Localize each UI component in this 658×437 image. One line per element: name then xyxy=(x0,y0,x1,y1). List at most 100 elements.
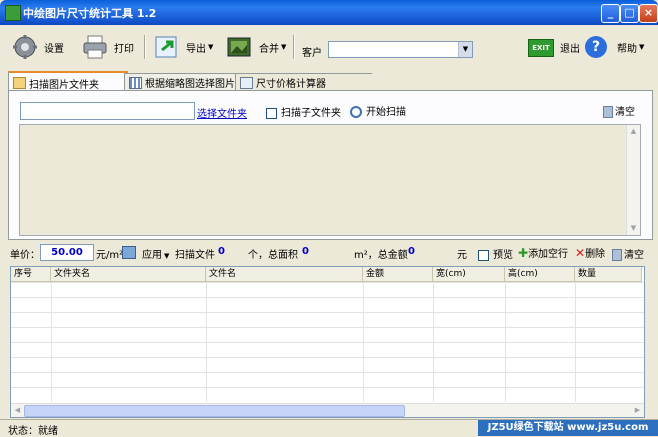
export-icon xyxy=(154,34,180,60)
checkbox-icon xyxy=(478,249,489,261)
price-bar: 单价： 50.00 元/m² 应用 ▼ 扫描文件 0 个，总面积 0 m²，总金额… xyxy=(0,242,658,262)
column-header[interactable]: 文件夹名 xyxy=(51,267,206,281)
exit-button[interactable]: EXIT 退出 xyxy=(528,33,580,61)
merge-image-icon xyxy=(227,34,253,60)
watermark-banner: JZ5U绿色下载站 www.jz5u.com xyxy=(478,420,658,436)
tab-price-calculator[interactable]: 尺寸价格计算器 xyxy=(235,73,372,91)
column-divider xyxy=(51,282,52,402)
help-button[interactable]: ? 帮助 ▼ xyxy=(585,33,644,61)
toolbar-separator xyxy=(144,35,146,59)
folder-icon xyxy=(13,77,26,89)
help-icon: ? xyxy=(585,36,607,58)
toolbar: 设置 打印 导出 ▼ 合并 ▼ 客户 ▼ EXIT 退出 ? 帮助 ▼ xyxy=(0,25,658,70)
status-bar: 状态：就绪 JZ5U绿色下载站 www.jz5u.com xyxy=(0,419,658,437)
column-header[interactable]: 序号 xyxy=(11,267,51,281)
plus-icon: ✚ xyxy=(518,246,529,260)
tab-label: 根据缩略图选择图片 xyxy=(145,79,235,90)
chevron-down-icon: ▼ xyxy=(281,43,287,51)
column-header[interactable]: 数量 xyxy=(575,267,642,281)
maximize-button[interactable]: □ xyxy=(620,4,639,23)
choose-folder-link[interactable]: 选择文件夹 xyxy=(197,105,247,120)
column-header[interactable]: 金额 xyxy=(363,267,433,281)
preview-label: 预览 xyxy=(493,250,513,261)
merge-button[interactable]: 合并 ▼ xyxy=(227,33,286,61)
chevron-down-icon: ▼ xyxy=(639,43,645,51)
vertical-scrollbar[interactable]: ▲ ▼ xyxy=(626,125,640,235)
delete-button[interactable]: ✕删除 xyxy=(575,245,605,260)
grid-icon xyxy=(129,76,142,89)
currency-label: 元 xyxy=(457,250,467,261)
chevron-down-icon: ▼ xyxy=(164,252,170,260)
scanned-files-count: 0 xyxy=(218,246,225,257)
file-table[interactable]: 序号 文件夹名 文件名 金额 宽(cm) 高(cm) 数量 ◀ ▶ xyxy=(10,266,645,418)
table-clear-button[interactable]: 清空 xyxy=(612,246,644,261)
column-divider xyxy=(433,282,434,402)
help-label: 帮助 xyxy=(617,43,637,55)
window-title: 中绘图片尺寸统计工具 1.2 xyxy=(23,7,157,20)
search-icon xyxy=(350,106,362,118)
image-icon xyxy=(122,246,136,259)
exit-icon: EXIT xyxy=(528,39,554,57)
scan-subfolders-checkbox[interactable]: 扫描子文件夹 xyxy=(266,104,341,119)
title-bar: 中绘图片尺寸统计工具 1.2 _ □ × xyxy=(0,0,658,25)
scroll-left-icon[interactable]: ◀ xyxy=(11,404,24,417)
start-scan-button[interactable]: 开始扫描 xyxy=(350,103,406,118)
scan-subfolders-label: 扫描子文件夹 xyxy=(281,108,341,119)
settings-button[interactable]: 设置 xyxy=(12,33,64,61)
scrollbar-thumb[interactable] xyxy=(24,405,405,417)
printer-icon xyxy=(82,34,108,60)
unit-price-label: 单价： xyxy=(10,250,40,261)
export-label: 导出 xyxy=(186,43,206,55)
trash-icon xyxy=(612,249,622,261)
apply-label: 应用 xyxy=(142,250,162,261)
total-amount-value: 0 xyxy=(408,246,415,257)
area-unit-total-amount-label: m²，总金额 xyxy=(354,250,408,261)
exit-label: 退出 xyxy=(560,43,580,55)
delete-label: 删除 xyxy=(585,249,606,260)
unit-price-input[interactable]: 50.00 xyxy=(40,244,94,261)
minimize-button[interactable]: _ xyxy=(601,4,620,23)
column-divider xyxy=(363,282,364,402)
column-divider xyxy=(575,282,576,402)
checkbox-icon xyxy=(266,107,277,119)
calculator-icon xyxy=(240,76,253,89)
clear-label: 清空 xyxy=(624,250,644,261)
panel-clear-button[interactable]: 清空 xyxy=(603,103,635,118)
tab-label: 扫描图片文件夹 xyxy=(29,79,99,91)
scroll-up-icon[interactable]: ▲ xyxy=(627,125,640,138)
folder-path-input[interactable] xyxy=(20,102,195,120)
toolbar-separator xyxy=(293,35,295,59)
start-scan-label: 开始扫描 xyxy=(366,107,406,118)
apply-button[interactable]: 应用 ▼ xyxy=(142,246,169,261)
print-label: 打印 xyxy=(114,43,134,55)
table-header: 序号 文件夹名 文件名 金额 宽(cm) 高(cm) 数量 xyxy=(11,267,642,282)
print-button[interactable]: 打印 xyxy=(82,33,134,61)
chevron-down-icon: ▼ xyxy=(208,43,214,51)
export-button[interactable]: 导出 ▼ xyxy=(154,33,213,61)
column-header[interactable]: 文件名 xyxy=(206,267,363,281)
table-rows xyxy=(11,282,644,402)
scroll-right-icon[interactable]: ▶ xyxy=(631,404,644,417)
trash-icon xyxy=(603,106,613,118)
clear-label: 清空 xyxy=(615,107,635,118)
customer-select[interactable]: ▼ xyxy=(328,41,473,58)
customer-label: 客户 xyxy=(302,48,322,59)
chevron-down-icon[interactable]: ▼ xyxy=(458,42,472,57)
column-header[interactable]: 宽(cm) xyxy=(433,267,505,281)
preview-checkbox[interactable]: 预览 xyxy=(478,246,513,261)
gear-icon xyxy=(12,34,38,60)
horizontal-scrollbar[interactable]: ◀ ▶ xyxy=(11,403,644,417)
tab-label: 尺寸价格计算器 xyxy=(256,79,326,90)
tab-thumbnail-select[interactable]: 根据缩略图选择图片 xyxy=(124,73,239,91)
column-divider xyxy=(206,282,207,402)
settings-label: 设置 xyxy=(44,43,64,55)
close-button[interactable]: × xyxy=(639,4,658,23)
add-row-label: 添加空行 xyxy=(528,249,569,260)
merge-label: 合并 xyxy=(259,43,279,55)
column-header[interactable]: 高(cm) xyxy=(505,267,575,281)
scroll-down-icon[interactable]: ▼ xyxy=(627,222,640,235)
scan-log-area[interactable]: ▲ ▼ xyxy=(19,124,641,236)
total-area-value: 0 xyxy=(302,246,309,257)
delete-x-icon: ✕ xyxy=(575,246,586,260)
add-row-button[interactable]: ✚添加空行 xyxy=(518,245,568,260)
